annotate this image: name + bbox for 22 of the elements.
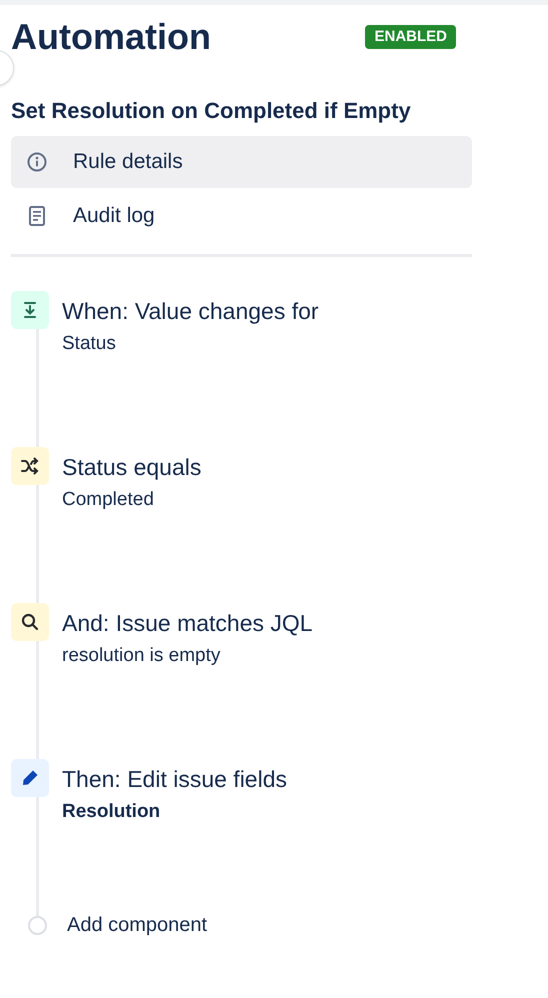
step-detail: Status (62, 332, 117, 356)
pencil-icon (11, 759, 49, 797)
nav-item[interactable]: Rule details (11, 136, 472, 188)
search-icon (11, 603, 49, 641)
step-title: And: Issue matches JQL (62, 609, 313, 638)
info-icon (27, 152, 47, 172)
status-badge: ENABLED (365, 25, 456, 49)
step-detail: Completed (62, 488, 155, 512)
nav-item[interactable]: Audit log (11, 190, 472, 242)
step-detail: Resolution (62, 800, 162, 824)
page-title: Automation (11, 15, 211, 59)
step-title: When: Value changes for (62, 297, 319, 326)
download-icon (11, 291, 49, 329)
nav-label: Audit log (73, 203, 155, 230)
shuffle-icon (11, 447, 49, 485)
step-detail: resolution is empty (62, 644, 222, 668)
rule-name: Set Resolution on Completed if Empty (11, 97, 412, 125)
document-icon (29, 206, 45, 226)
add-component-link[interactable]: Add component (67, 911, 208, 939)
step-title: Then: Edit issue fields (62, 765, 288, 794)
step-title: Status equals (62, 453, 202, 482)
nav-label: Rule details (73, 149, 183, 176)
